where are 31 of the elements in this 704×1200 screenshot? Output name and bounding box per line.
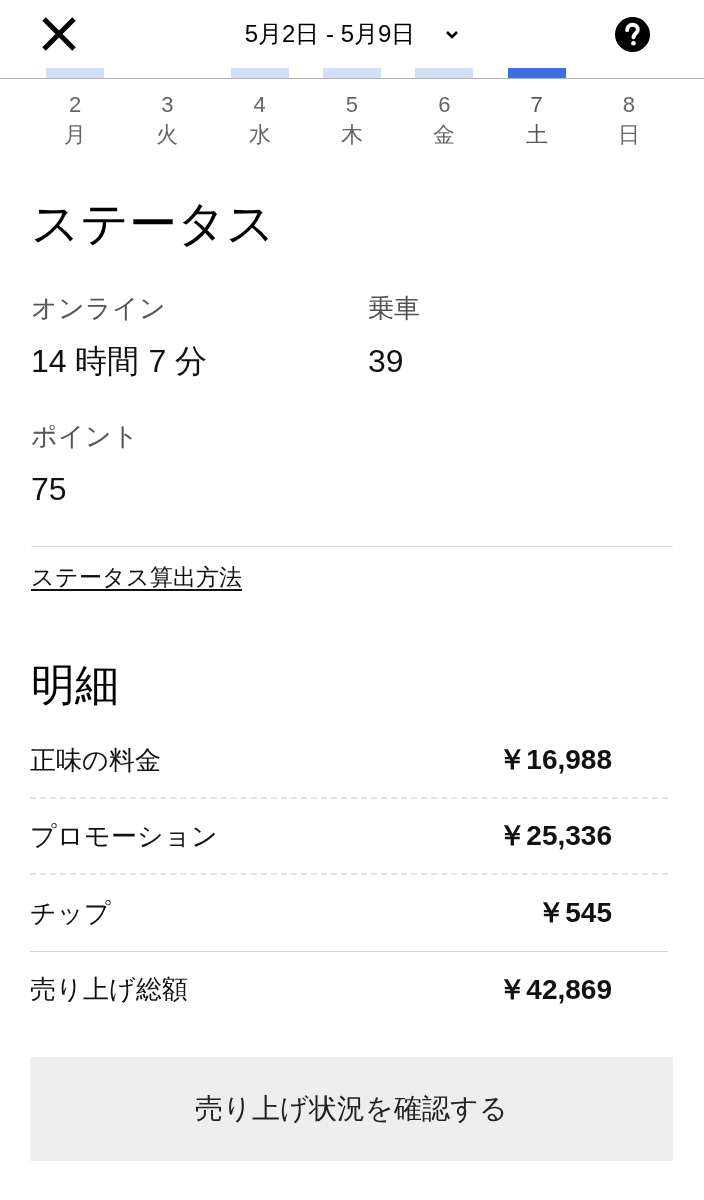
stat-label: オンライン [31,292,166,324]
stat-value: 75 [31,470,67,508]
day-tab[interactable]: 7 土 [525,90,548,150]
day-tab[interactable]: 4 水 [248,90,271,150]
line-item-label: プロモーション [30,819,218,853]
date-range-dropdown[interactable]: 5月2日 - 5月9日 [244,16,460,52]
line-item-label: 正味の料金 [30,743,161,777]
chevron-down-icon [445,29,460,39]
help-icon [614,16,650,52]
section-heading: ステータス [31,196,276,252]
day-tab[interactable]: 3 火 [156,90,179,150]
line-item-amount: ￥16,988 [498,743,612,777]
line-item-label: チップ [30,896,111,930]
stat-label: 乗車 [368,292,420,324]
close-button[interactable] [40,15,78,53]
day-tab[interactable]: 8 日 [617,90,640,150]
help-button[interactable] [614,16,650,52]
line-item-amount: ￥42,869 [498,972,612,1007]
stat-value: 14 時間 7 分 [31,342,208,380]
status-calculation-link[interactable]: ステータス算出方法 [31,564,242,590]
day-tab[interactable]: 5 木 [341,90,363,150]
close-icon [41,16,77,52]
stat-value: 39 [368,342,404,380]
line-item-amount: ￥25,336 [498,819,612,853]
section-heading: 明細 [31,659,120,711]
line-item-amount: ￥545 [537,896,612,930]
day-tab[interactable]: 2 月 [64,90,87,150]
view-earnings-button[interactable]: 売り上げ状況を確認する [30,1057,673,1161]
line-item-label: 売り上げ総額 [30,973,188,1006]
day-tab[interactable]: 6 金 [433,90,456,150]
stat-label: ポイント [31,420,139,452]
